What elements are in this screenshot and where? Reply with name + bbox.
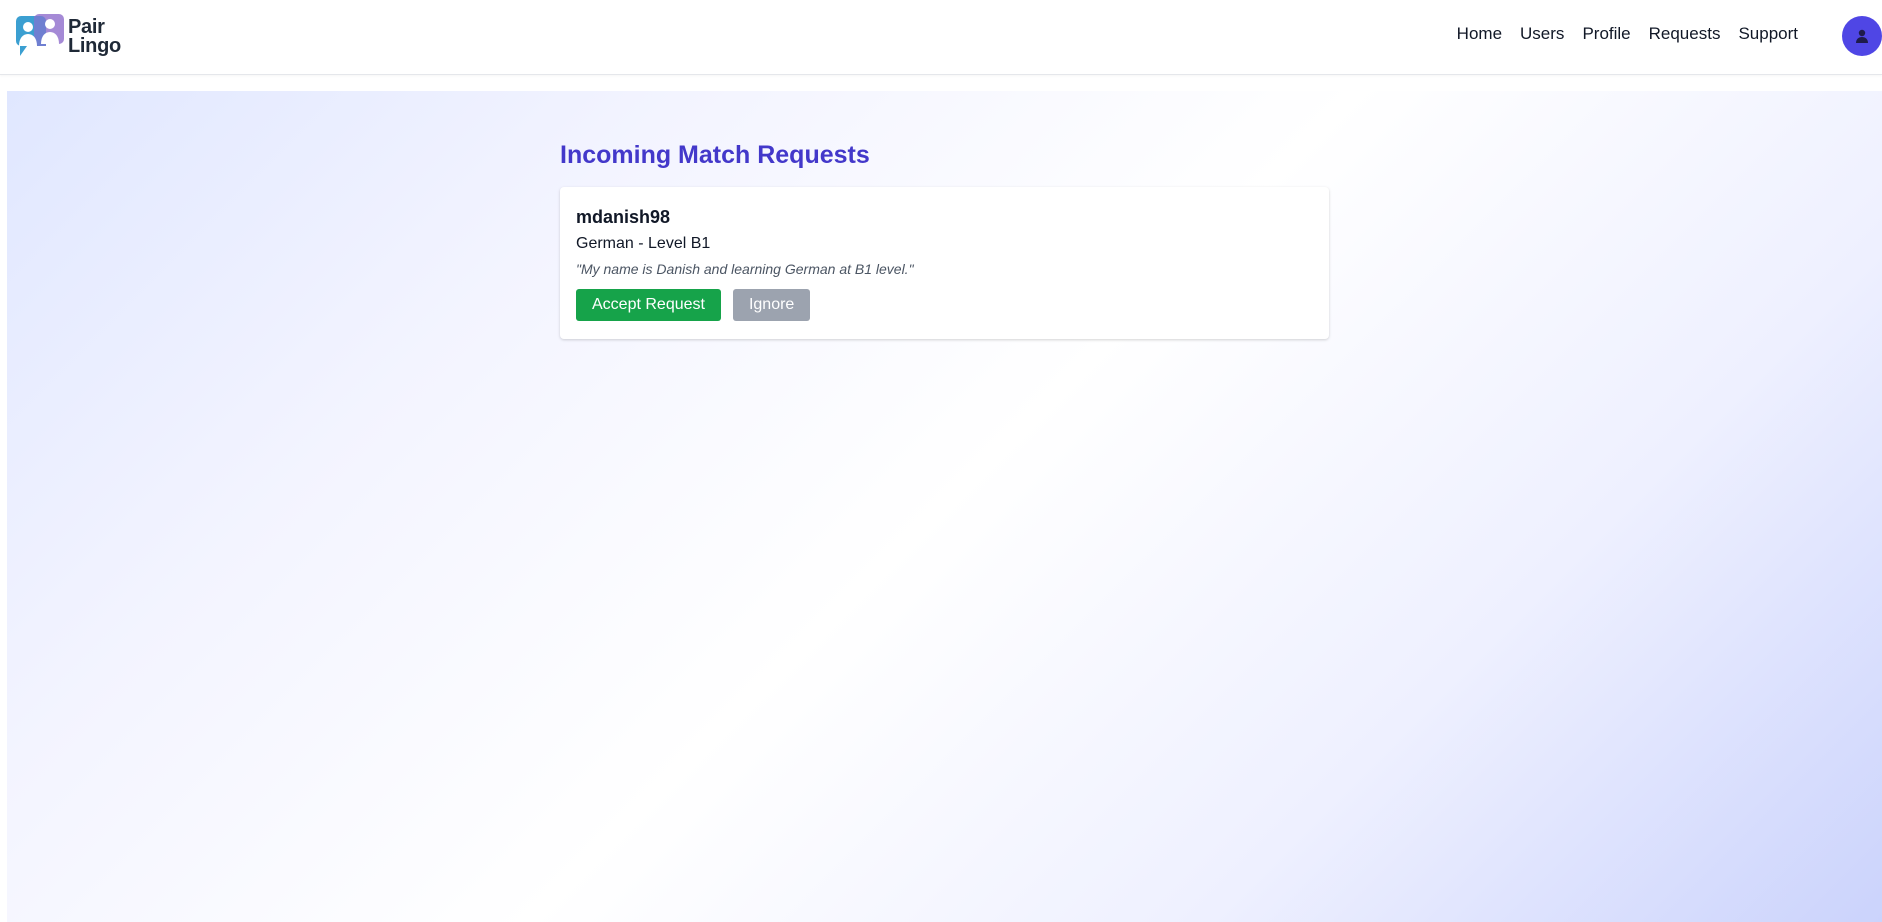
page-title: Incoming Match Requests — [560, 141, 870, 169]
request-message: "My name is Danish and learning German a… — [576, 261, 914, 277]
navbar: Pair Lingo Home Users Profile Requests S… — [0, 0, 1882, 75]
nav-links: Home Users Profile Requests Support — [1457, 24, 1798, 44]
two-people-chat-logo-icon — [16, 14, 64, 56]
requests-container: Incoming Match Requests mdanish98 German… — [560, 141, 1329, 339]
request-actions: Accept Request Ignore — [576, 289, 1313, 321]
request-card: mdanish98 German - Level B1 "My name is … — [560, 187, 1329, 339]
accept-request-button[interactable]: Accept Request — [576, 289, 721, 321]
nav-link-profile[interactable]: Profile — [1582, 24, 1630, 44]
user-icon — [1856, 29, 1868, 43]
brand-name: Pair Lingo — [68, 17, 121, 57]
nav-link-home[interactable]: Home — [1457, 24, 1502, 44]
request-language: German - Level B1 — [576, 235, 711, 252]
ignore-button[interactable]: Ignore — [732, 289, 811, 321]
avatar[interactable] — [1842, 16, 1882, 56]
brand-logo[interactable]: Pair Lingo — [16, 14, 121, 58]
nav-link-requests[interactable]: Requests — [1649, 24, 1721, 44]
nav-link-support[interactable]: Support — [1738, 24, 1798, 44]
request-username: mdanish98 — [576, 207, 671, 227]
main-content: Incoming Match Requests mdanish98 German… — [7, 91, 1882, 922]
nav-link-users[interactable]: Users — [1520, 24, 1564, 44]
brand-name-line2: Lingo — [68, 35, 121, 57]
